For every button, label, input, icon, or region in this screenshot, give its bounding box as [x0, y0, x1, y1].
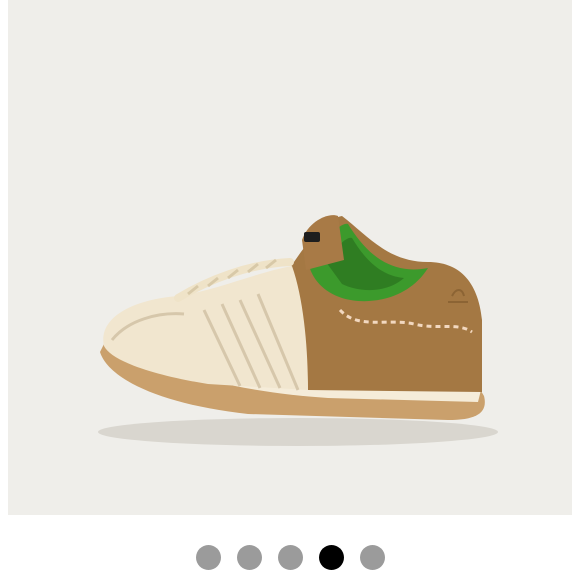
- pagination-dot-5[interactable]: [359, 544, 385, 570]
- product-photo[interactable]: [8, 0, 572, 515]
- pagination-dot-4-active[interactable]: [318, 544, 344, 570]
- pagination-dot-3[interactable]: [277, 544, 303, 570]
- image-pagination: [0, 544, 580, 570]
- tongue-label: [304, 232, 320, 242]
- sneaker-illustration: [98, 215, 498, 446]
- shoe-shadow: [98, 418, 498, 446]
- pagination-dot-2[interactable]: [236, 544, 262, 570]
- pagination-dot-1[interactable]: [195, 544, 221, 570]
- product-image-gallery: [0, 0, 580, 580]
